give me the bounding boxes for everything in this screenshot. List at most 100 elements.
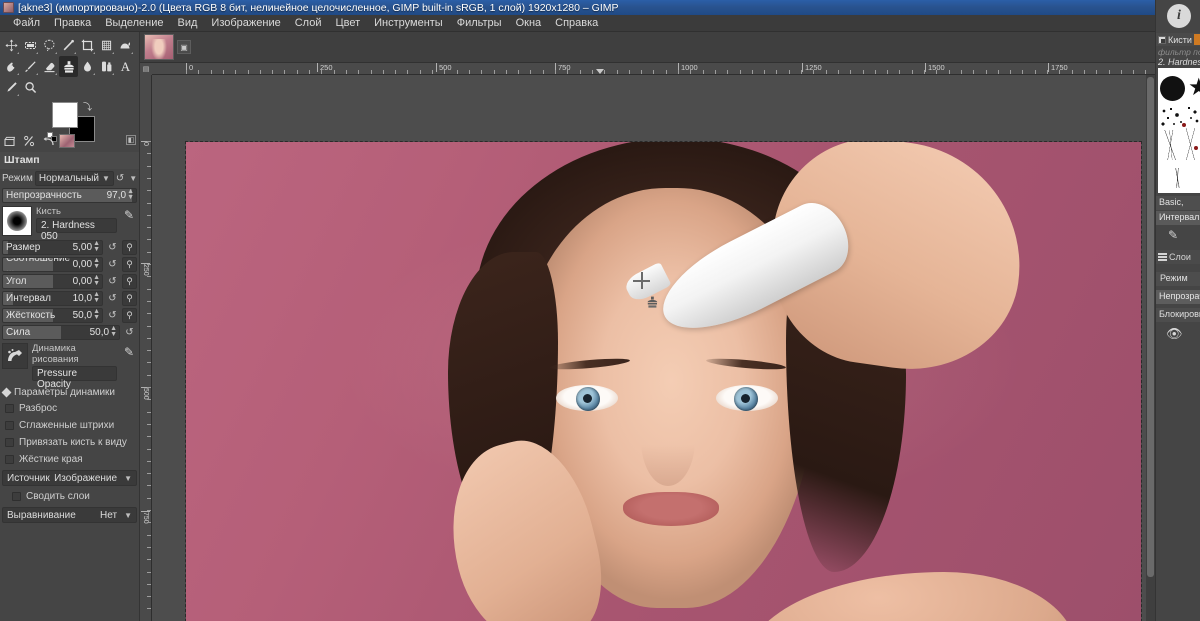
toolbox-config-icon[interactable]: ◧ — [126, 135, 136, 145]
edit-brush-icon[interactable]: ✎ — [121, 206, 137, 224]
eraser-tool[interactable] — [40, 56, 59, 77]
pattern-footer-icon[interactable] — [21, 133, 38, 149]
heal-tool[interactable] — [97, 56, 116, 77]
pencil-tool[interactable] — [2, 77, 21, 98]
free-select-tool[interactable] — [40, 35, 59, 56]
edit-icon[interactable]: ✎ — [1168, 228, 1178, 242]
brush-star-swatch[interactable]: ★ — [1188, 76, 1200, 100]
undo-history-icon[interactable] — [40, 133, 57, 149]
force-reset-icon[interactable]: ↺ — [122, 325, 137, 340]
smooth-strokes-checkbox[interactable] — [5, 421, 14, 430]
menu-item-image[interactable]: Изображение — [204, 16, 287, 30]
swap-colors-icon[interactable]: ⤵ — [83, 100, 92, 113]
hard-edges-checkbox[interactable] — [5, 455, 14, 464]
brush-sparks-swatch[interactable] — [1186, 104, 1200, 126]
lock-brush-checkbox[interactable] — [5, 438, 14, 447]
dock-spacing-label[interactable]: Интервал — [1156, 211, 1200, 225]
force-spinner[interactable]: ▲ ▼ — [110, 326, 117, 339]
paths-tool[interactable] — [59, 35, 78, 56]
smooth-strokes-checkbox-row[interactable]: Сглаженные штрихи — [0, 417, 139, 434]
menu-item-filters[interactable]: Фильтры — [450, 16, 509, 30]
ruler-origin-button[interactable]: ▤ — [140, 63, 152, 75]
brush-hardness-050-swatch[interactable] — [1160, 76, 1185, 101]
image-tab-akne3[interactable] — [144, 34, 174, 60]
image-tab-aux-icon[interactable]: ▣ — [177, 40, 191, 54]
options-menu-chevron-icon[interactable]: ▼ — [129, 174, 137, 183]
aspect-slider[interactable]: Соотношение ... 0,00 ▲ ▼ — [2, 256, 103, 272]
layers-mode-label[interactable]: Режим — [1156, 272, 1200, 286]
menu-item-select[interactable]: Выделение — [98, 16, 170, 30]
angle-slider[interactable]: Угол 0,00 ▲ ▼ — [2, 273, 103, 289]
hardness-spinner[interactable]: ▲ ▼ — [93, 309, 100, 322]
menu-item-windows[interactable]: Окна — [509, 16, 549, 30]
rectangle-select-tool[interactable] — [21, 35, 40, 56]
opacity-slider[interactable]: Непрозрачность 97,0 ▲ ▼ — [2, 187, 137, 203]
scatter-checkbox-row[interactable]: Разброс — [0, 400, 139, 417]
lock-brush-checkbox-row[interactable]: Привязать кисть к виду — [0, 434, 139, 451]
dynamics-params-row[interactable]: Параметры динамики — [0, 384, 139, 400]
scrollbar-thumb[interactable] — [1147, 77, 1154, 577]
foreground-color-swatch[interactable] — [52, 102, 78, 128]
reset-icon[interactable]: ↺ — [116, 171, 124, 186]
mode-select[interactable]: Нормальный ▼ — [34, 170, 114, 186]
alignment-select[interactable]: Выравнивание Нет ▼ — [2, 507, 137, 523]
smudge-tool[interactable] — [2, 56, 21, 77]
aspect-spinner[interactable]: ▲ ▼ — [93, 258, 100, 271]
menu-item-layer[interactable]: Слой — [288, 16, 329, 30]
brush-filter-placeholder[interactable]: фильтр по — [1158, 47, 1200, 57]
angle-pin-icon[interactable]: ⚲ — [122, 273, 137, 289]
spacing-reset-icon[interactable]: ↺ — [105, 291, 120, 306]
force-slider[interactable]: Сила 50,0 ▲ ▼ — [2, 324, 120, 340]
vertical-ruler[interactable]: 0 250 500 750 — [140, 75, 152, 621]
angle-spinner[interactable]: ▲ ▼ — [93, 275, 100, 288]
paintbrush-tool[interactable] — [21, 56, 40, 77]
hard-edges-checkbox-row[interactable]: Жёсткие края — [0, 451, 139, 468]
canvas-vertical-scrollbar[interactable] — [1146, 75, 1155, 621]
size-slider[interactable]: Размер 5,00 ▲ ▼ — [2, 239, 103, 255]
spacing-spinner[interactable]: ▲ ▼ — [93, 292, 100, 305]
hardness-slider[interactable]: Жёсткость 50,0 ▲ ▼ — [2, 307, 103, 323]
brush-tag-label[interactable]: Basic, — [1156, 196, 1200, 210]
horizontal-ruler[interactable]: 0 250 500 750 1000 1250 1500 1750 — [140, 63, 1155, 75]
blur-sharpen-tool[interactable] — [78, 56, 97, 77]
brush-preview[interactable] — [2, 206, 32, 236]
brush-red-dot-swatch[interactable] — [1182, 123, 1186, 127]
source-select[interactable]: Источник Изображение ▼ — [2, 470, 137, 486]
brush-grass-swatch[interactable] — [1161, 130, 1181, 160]
canvas-area[interactable] — [152, 75, 1155, 621]
menu-item-help[interactable]: Справка — [548, 16, 605, 30]
menu-item-colors[interactable]: Цвет — [328, 16, 367, 30]
layers-opacity-label[interactable]: Непрозрач — [1156, 290, 1200, 304]
bucket-fill-tool[interactable] — [116, 35, 135, 56]
aspect-reset-icon[interactable]: ↺ — [105, 257, 120, 272]
scatter-checkbox[interactable] — [5, 404, 14, 413]
hardness-pin-icon[interactable]: ⚲ — [122, 307, 137, 323]
brush-scratch-swatch[interactable] — [1163, 168, 1193, 188]
crop-tool[interactable] — [78, 35, 97, 56]
angle-reset-icon[interactable]: ↺ — [105, 274, 120, 289]
eye-icon[interactable]: 👁 — [1166, 326, 1183, 342]
text-tool[interactable]: A — [116, 56, 135, 77]
size-pin-icon[interactable]: ⚲ — [122, 239, 137, 255]
flatten-checkbox[interactable] — [12, 492, 21, 501]
brush-grid[interactable]: ★ — [1158, 68, 1200, 193]
brush-red-dot2-swatch[interactable] — [1194, 146, 1198, 150]
image-thumb-icon[interactable] — [59, 134, 75, 148]
menu-item-edit[interactable]: Правка — [47, 16, 98, 30]
flatten-checkbox-row[interactable]: Сводить слои — [0, 488, 139, 505]
info-icon[interactable]: i — [1167, 4, 1191, 28]
opacity-spinner[interactable]: ▲ ▼ — [127, 189, 134, 202]
dynamics-name[interactable]: Pressure Opacity — [32, 366, 117, 390]
move-tool[interactable] — [2, 35, 21, 56]
brush-name[interactable]: 2. Hardness 050 — [36, 218, 117, 242]
dynamics-preview-icon[interactable] — [2, 343, 28, 369]
patterns-icon[interactable] — [1193, 34, 1200, 45]
brush-grass2-swatch[interactable] — [1182, 128, 1200, 160]
spacing-slider[interactable]: Интервал 10,0 ▲ ▼ — [2, 290, 103, 306]
clone-tool[interactable] — [59, 56, 78, 77]
menu-item-tools[interactable]: Инструменты — [367, 16, 450, 30]
size-reset-icon[interactable]: ↺ — [105, 240, 120, 255]
brush-footer-icon[interactable] — [2, 133, 19, 149]
perspective-tool[interactable] — [97, 35, 116, 56]
menu-item-file[interactable]: Файл — [6, 16, 47, 30]
